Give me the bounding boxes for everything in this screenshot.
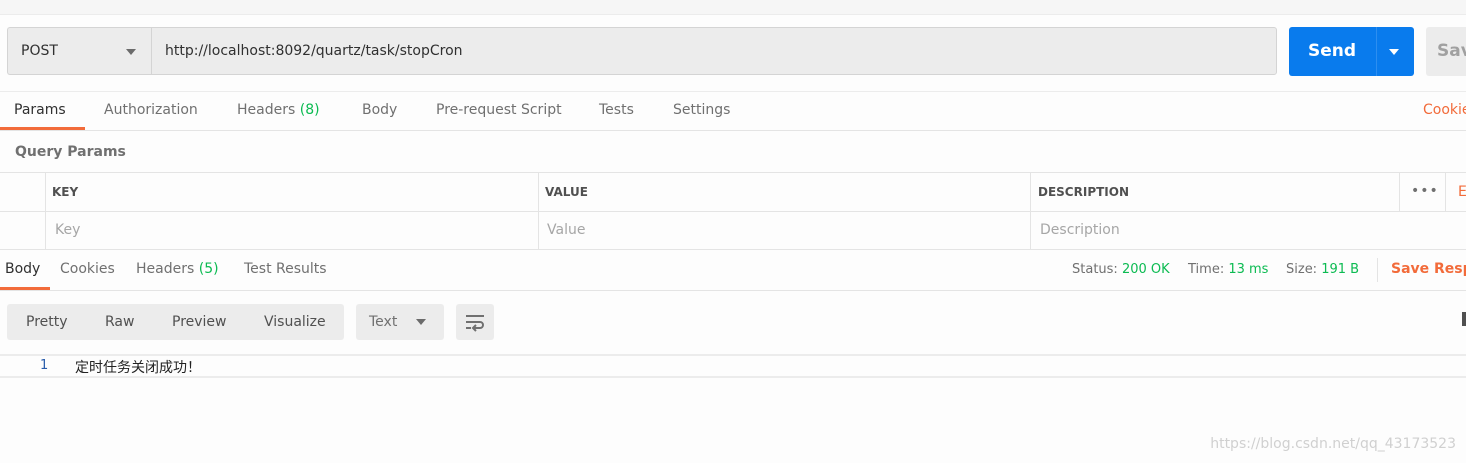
more-options-icon[interactable]: ••• bbox=[1411, 183, 1439, 199]
response-headers-count: (5) bbox=[198, 261, 219, 277]
tab-tests[interactable]: Tests bbox=[599, 102, 634, 118]
description-input[interactable]: Description bbox=[1040, 222, 1120, 238]
response-tabs: Body Cookies Headers (5) Test Results St… bbox=[0, 250, 1466, 291]
format-select[interactable]: Text bbox=[356, 304, 444, 340]
status-value: 200 OK bbox=[1121, 262, 1170, 277]
tab-headers-label: Headers bbox=[237, 102, 296, 118]
method-select[interactable]: POST bbox=[7, 27, 151, 75]
response-line: 定时任务关闭成功！ bbox=[75, 360, 201, 376]
status-info: Status: 200 OK bbox=[1072, 262, 1170, 277]
value-input[interactable]: Value bbox=[547, 222, 585, 238]
response-tab-headers[interactable]: Headers (5) bbox=[136, 261, 219, 277]
response-body-editor[interactable]: 1 定时任务关闭成功！ bbox=[0, 354, 1466, 378]
column-divider bbox=[538, 173, 539, 250]
tab-params[interactable]: Params bbox=[14, 102, 66, 118]
tab-prerequest-script[interactable]: Pre-request Script bbox=[436, 102, 562, 118]
column-divider bbox=[1030, 173, 1031, 250]
view-pretty-button[interactable]: Pretty bbox=[26, 314, 68, 330]
send-button[interactable]: Send bbox=[1289, 27, 1414, 76]
response-tab-headers-label: Headers bbox=[136, 261, 195, 277]
column-divider bbox=[1399, 173, 1400, 211]
url-text: http://localhost:8092/quartz/task/stopCr… bbox=[165, 43, 463, 59]
tab-authorization[interactable]: Authorization bbox=[104, 102, 198, 118]
column-divider bbox=[1445, 173, 1446, 211]
line-number: 1 bbox=[40, 358, 49, 373]
time-label: Time: bbox=[1188, 262, 1225, 277]
send-options-chevron-icon[interactable] bbox=[1389, 49, 1399, 55]
save-label: Sav bbox=[1437, 41, 1466, 61]
column-header-value: VALUE bbox=[545, 185, 588, 199]
request-tabs: Params Authorization Headers (8) Body Pr… bbox=[0, 91, 1466, 131]
wrap-lines-icon bbox=[466, 315, 484, 332]
query-params-title: Query Params bbox=[15, 144, 126, 160]
view-visualize-button[interactable]: Visualize bbox=[264, 314, 326, 330]
tab-body[interactable]: Body bbox=[362, 102, 397, 118]
bulk-edit-link[interactable]: E bbox=[1458, 184, 1466, 200]
status-label: Status: bbox=[1072, 262, 1118, 277]
key-input[interactable]: Key bbox=[55, 222, 80, 238]
size-label: Size: bbox=[1286, 262, 1318, 277]
wrap-lines-button[interactable] bbox=[456, 304, 494, 340]
active-tab-underline bbox=[0, 127, 85, 130]
divider bbox=[1377, 258, 1378, 282]
size-value: 191 B bbox=[1321, 262, 1360, 277]
response-tab-cookies[interactable]: Cookies bbox=[60, 261, 115, 277]
params-table: KEY VALUE DESCRIPTION ••• E Key Value De… bbox=[0, 172, 1466, 250]
cookies-link[interactable]: Cookie bbox=[1423, 102, 1466, 118]
response-tab-body[interactable]: Body bbox=[5, 261, 40, 277]
chevron-down-icon bbox=[416, 319, 426, 325]
tab-headers-count: (8) bbox=[299, 102, 320, 118]
send-label: Send bbox=[1307, 41, 1357, 61]
column-header-description: DESCRIPTION bbox=[1038, 185, 1130, 199]
url-input[interactable]: http://localhost:8092/quartz/task/stopCr… bbox=[151, 27, 1277, 75]
row-divider bbox=[0, 211, 1466, 212]
response-tab-test-results[interactable]: Test Results bbox=[244, 261, 327, 277]
view-preview-button[interactable]: Preview bbox=[172, 314, 227, 330]
top-strip bbox=[0, 0, 1466, 15]
active-tab-underline bbox=[0, 287, 50, 290]
tab-headers[interactable]: Headers (8) bbox=[237, 102, 320, 118]
column-header-key: KEY bbox=[52, 185, 79, 199]
format-label: Text bbox=[369, 314, 398, 330]
save-response-button[interactable]: Save Respo bbox=[1391, 261, 1466, 277]
search-icon[interactable] bbox=[1462, 312, 1466, 326]
save-button[interactable]: Sav bbox=[1426, 27, 1466, 76]
view-raw-button[interactable]: Raw bbox=[105, 314, 134, 330]
size-info: Size: 191 B bbox=[1286, 262, 1359, 277]
tab-settings[interactable]: Settings bbox=[673, 102, 730, 118]
chevron-down-icon bbox=[126, 49, 136, 55]
method-label: POST bbox=[21, 43, 58, 59]
time-info: Time: 13 ms bbox=[1188, 262, 1268, 277]
time-value: 13 ms bbox=[1228, 262, 1269, 277]
view-mode-group: Pretty Raw Preview Visualize bbox=[7, 304, 344, 340]
watermark: https://blog.csdn.net/qq_43173523 bbox=[1210, 436, 1456, 452]
send-divider bbox=[1376, 27, 1377, 76]
column-divider bbox=[45, 173, 46, 250]
